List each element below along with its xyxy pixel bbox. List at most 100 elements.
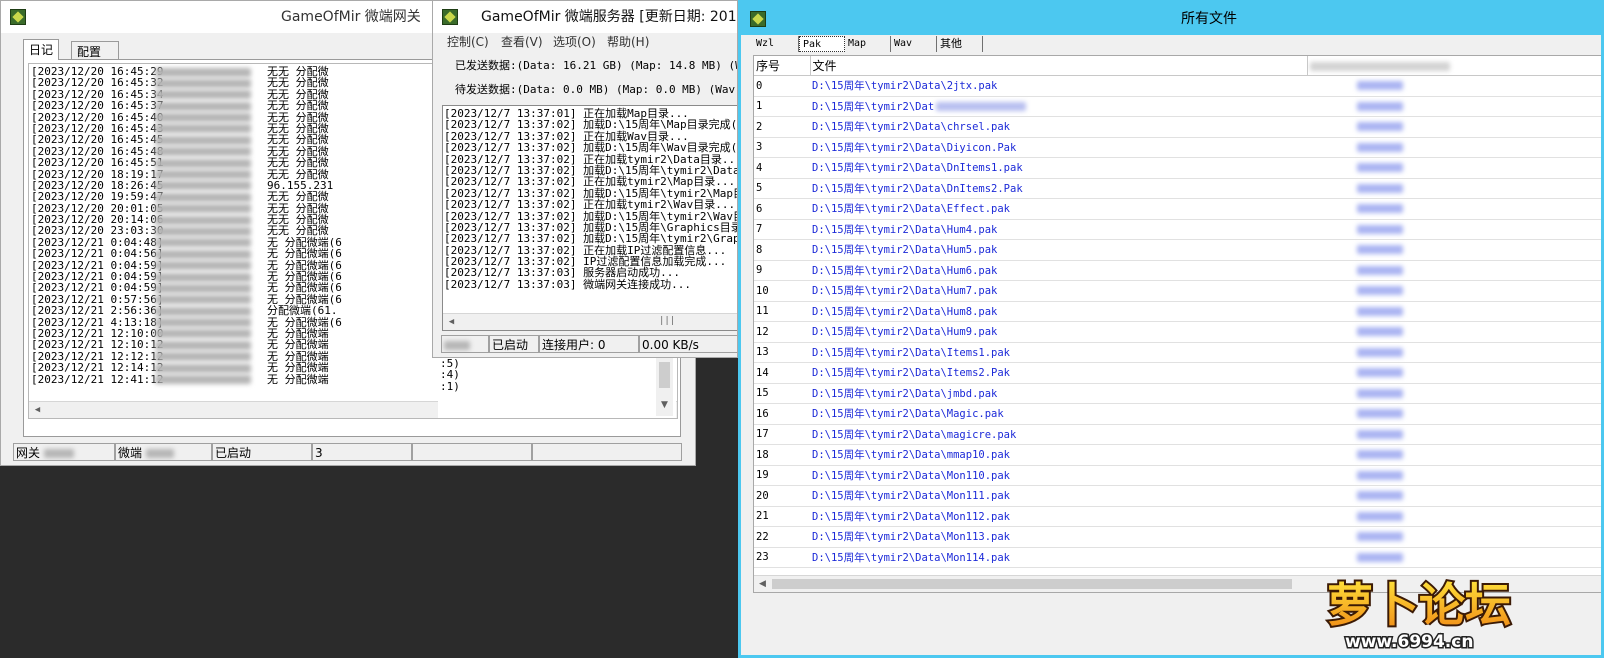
file-row[interactable]: 2 D:\15周年\tymir2\Data\chrsel.pak xyxy=(754,116,1601,138)
log-time: [2023/12/20 19:59:47 xyxy=(31,190,164,204)
file-extra-2 xyxy=(1517,198,1601,220)
file-path-text: D:\15周年\tymir2\Data\DnItems1.pak xyxy=(812,162,1023,175)
files-list: 序号 文件 0 D:\15周年\tymir2\Data\2jtx.pak 1 D:\1… xyxy=(753,55,1601,593)
file-extra xyxy=(1307,96,1517,117)
file-row[interactable]: 3 D:\15周年\tymir2\Data\Diyicon.Pak xyxy=(754,137,1601,158)
file-index: 17 xyxy=(754,424,810,445)
redacted-text xyxy=(1357,388,1403,398)
server-menubar: 控制(C) 查看(V) 选项(O) 帮助(H) xyxy=(433,32,737,52)
redacted-text xyxy=(1357,204,1403,214)
file-extra-2 xyxy=(1517,342,1601,363)
file-path: D:\15周年\tymir2\Data\Items1.pak xyxy=(810,342,1307,363)
files-header-row: 序号 文件 xyxy=(754,56,1601,76)
menu-options[interactable]: 选项(O) xyxy=(553,32,596,52)
menu-help[interactable]: 帮助(H) xyxy=(607,32,649,52)
tab-wzl[interactable]: Wzl xyxy=(753,36,799,52)
scroll-left-icon[interactable]: ◀ xyxy=(755,577,770,591)
log-message: 无 分配微端 xyxy=(267,372,329,386)
file-row[interactable]: 11 D:\15周年\tymir2\Data\Hum8.pak xyxy=(754,301,1601,322)
files-table: 序号 文件 0 D:\15周年\tymir2\Data\2jtx.pak 1 D:\1… xyxy=(754,56,1601,568)
scroll-left-icon[interactable]: ◀ xyxy=(30,403,45,417)
column-blurred[interactable] xyxy=(1307,56,1517,76)
tab-log[interactable]: 日记 xyxy=(23,39,60,60)
file-row[interactable]: 0 D:\15周年\tymir2\Data\2jtx.pak xyxy=(754,75,1601,97)
file-extra-2 xyxy=(1517,260,1601,281)
status-gateway: 网关 xyxy=(13,443,115,461)
file-extra xyxy=(1307,280,1517,302)
file-extra-2 xyxy=(1517,403,1601,425)
file-row[interactable]: 6 D:\15周年\tymir2\Data\Effect.pak xyxy=(754,198,1601,220)
scroll-left-icon[interactable]: ◀ xyxy=(444,315,459,329)
file-path: D:\15周年\tymir2\Data\Diyicon.Pak xyxy=(810,137,1307,158)
file-path: D:\15周年\tymir2\Data\Hum8.pak xyxy=(810,301,1307,322)
menu-view[interactable]: 查看(V) xyxy=(501,32,543,52)
file-row[interactable]: 20 D:\15周年\tymir2\Data\Mon111.pak xyxy=(754,485,1601,507)
hscroll-grip[interactable]: ||| xyxy=(659,316,675,326)
file-extra xyxy=(1307,75,1517,97)
tab-other[interactable]: 其他 xyxy=(937,36,983,52)
file-extra-2 xyxy=(1517,239,1601,261)
files-titlebar[interactable]: 所有文件 xyxy=(741,3,1601,35)
redacted-text xyxy=(155,226,251,236)
file-row[interactable]: 23 D:\15周年\tymir2\Data\Mon114.pak xyxy=(754,547,1601,568)
redacted-text xyxy=(155,329,251,339)
column-blurred-2[interactable] xyxy=(1517,56,1601,76)
redacted-text xyxy=(1357,286,1403,296)
file-row[interactable]: 21 D:\15周年\tymir2\Data\Mon112.pak xyxy=(754,506,1601,527)
server-log-line: [2023/12/7 13:37:02] 加载D:\15周年\tymir2\Gr… xyxy=(444,232,737,246)
redacted-text xyxy=(936,102,1027,112)
tab-wav[interactable]: Wav xyxy=(891,36,937,52)
redacted-text xyxy=(155,272,251,282)
hscroll-thumb[interactable] xyxy=(772,579,1292,589)
redacted-text xyxy=(1357,429,1403,439)
file-row[interactable]: 4 D:\15周年\tymir2\Data\DnItems1.pak xyxy=(754,157,1601,179)
file-index: 23 xyxy=(754,547,810,568)
file-index: 9 xyxy=(754,260,810,281)
file-index: 21 xyxy=(754,506,810,527)
file-row[interactable]: 14 D:\15周年\tymir2\Data\Items2.Pak xyxy=(754,362,1601,384)
file-path-text: D:\15周年\tymir2\Data\Hum7.pak xyxy=(812,285,998,298)
vscroll-thumb[interactable] xyxy=(659,362,670,388)
file-path-text: D:\15周年\tymir2\Data\Hum5.pak xyxy=(812,244,998,257)
file-row[interactable]: 12 D:\15周年\tymir2\Data\Hum9.pak xyxy=(754,321,1601,343)
file-extra xyxy=(1307,239,1517,261)
tab-pak[interactable]: Pak xyxy=(799,36,845,52)
file-extra xyxy=(1307,178,1517,199)
file-row[interactable]: 22 D:\15周年\tymir2\Data\Mon113.pak xyxy=(754,526,1601,548)
file-row[interactable]: 9 D:\15周年\tymir2\Data\Hum6.pak xyxy=(754,260,1601,281)
file-row[interactable]: 18 D:\15周年\tymir2\Data\mmap10.pak xyxy=(754,444,1601,466)
server-titlebar[interactable]: GameOfMir 微端服务器 [更新日期: 201 xyxy=(433,1,737,33)
file-row[interactable]: 15 D:\15周年\tymir2\Data\jmbd.pak xyxy=(754,383,1601,404)
file-row[interactable]: 7 D:\15周年\tymir2\Data\Hum4.pak xyxy=(754,219,1601,240)
file-row[interactable]: 17 D:\15周年\tymir2\Data\magicre.pak xyxy=(754,424,1601,445)
column-file[interactable]: 文件 xyxy=(810,56,1308,76)
column-index[interactable]: 序号 xyxy=(754,56,811,76)
file-path: D:\15周年\tymir2\Data\Hum9.pak xyxy=(810,321,1307,343)
file-path: D:\15周年\tymir2\Data\Hum4.pak xyxy=(810,219,1307,240)
redacted-text xyxy=(155,192,251,202)
file-path: D:\15周年\tymir2\Data\Hum6.pak xyxy=(810,260,1307,281)
file-path-text: D:\15周年\tymir2\Data\Mon111.pak xyxy=(812,490,1011,503)
file-extra-2 xyxy=(1517,362,1601,384)
file-row[interactable]: 19 D:\15周年\tymir2\Data\Mon110.pak xyxy=(754,465,1601,486)
file-row[interactable]: 10 D:\15周年\tymir2\Data\Hum7.pak xyxy=(754,280,1601,302)
redacted-text xyxy=(1357,245,1403,255)
redacted-text xyxy=(155,363,251,373)
file-extra-2 xyxy=(1517,383,1601,404)
file-path: D:\15周年\tymir2\Data\mmap10.pak xyxy=(810,444,1307,466)
tab-config[interactable]: 配置 xyxy=(71,41,119,60)
file-row[interactable]: 1 D:\15周年\tymir2\Dat xyxy=(754,96,1601,117)
menu-control[interactable]: 控制(C) xyxy=(447,32,489,52)
scroll-down-icon[interactable]: ▼ xyxy=(657,398,672,413)
file-path-text: D:\15周年\tymir2\Data\2jtx.pak xyxy=(812,80,998,93)
server-log-hscroll[interactable]: ◀ ||| xyxy=(443,313,737,330)
file-extra xyxy=(1307,342,1517,363)
tab-map[interactable]: Map xyxy=(845,36,891,52)
file-row[interactable]: 5 D:\15周年\tymir2\Data\DnItems2.Pak xyxy=(754,178,1601,199)
redacted-text xyxy=(155,295,251,305)
file-row[interactable]: 13 D:\15周年\tymir2\Data\Items1.pak xyxy=(754,342,1601,363)
gateway-log-vscroll[interactable]: ▼ xyxy=(656,358,673,416)
file-row[interactable]: 16 D:\15周年\tymir2\Data\Magic.pak xyxy=(754,403,1601,425)
file-row[interactable]: 8 D:\15周年\tymir2\Data\Hum5.pak xyxy=(754,239,1601,261)
file-index: 16 xyxy=(754,403,810,425)
